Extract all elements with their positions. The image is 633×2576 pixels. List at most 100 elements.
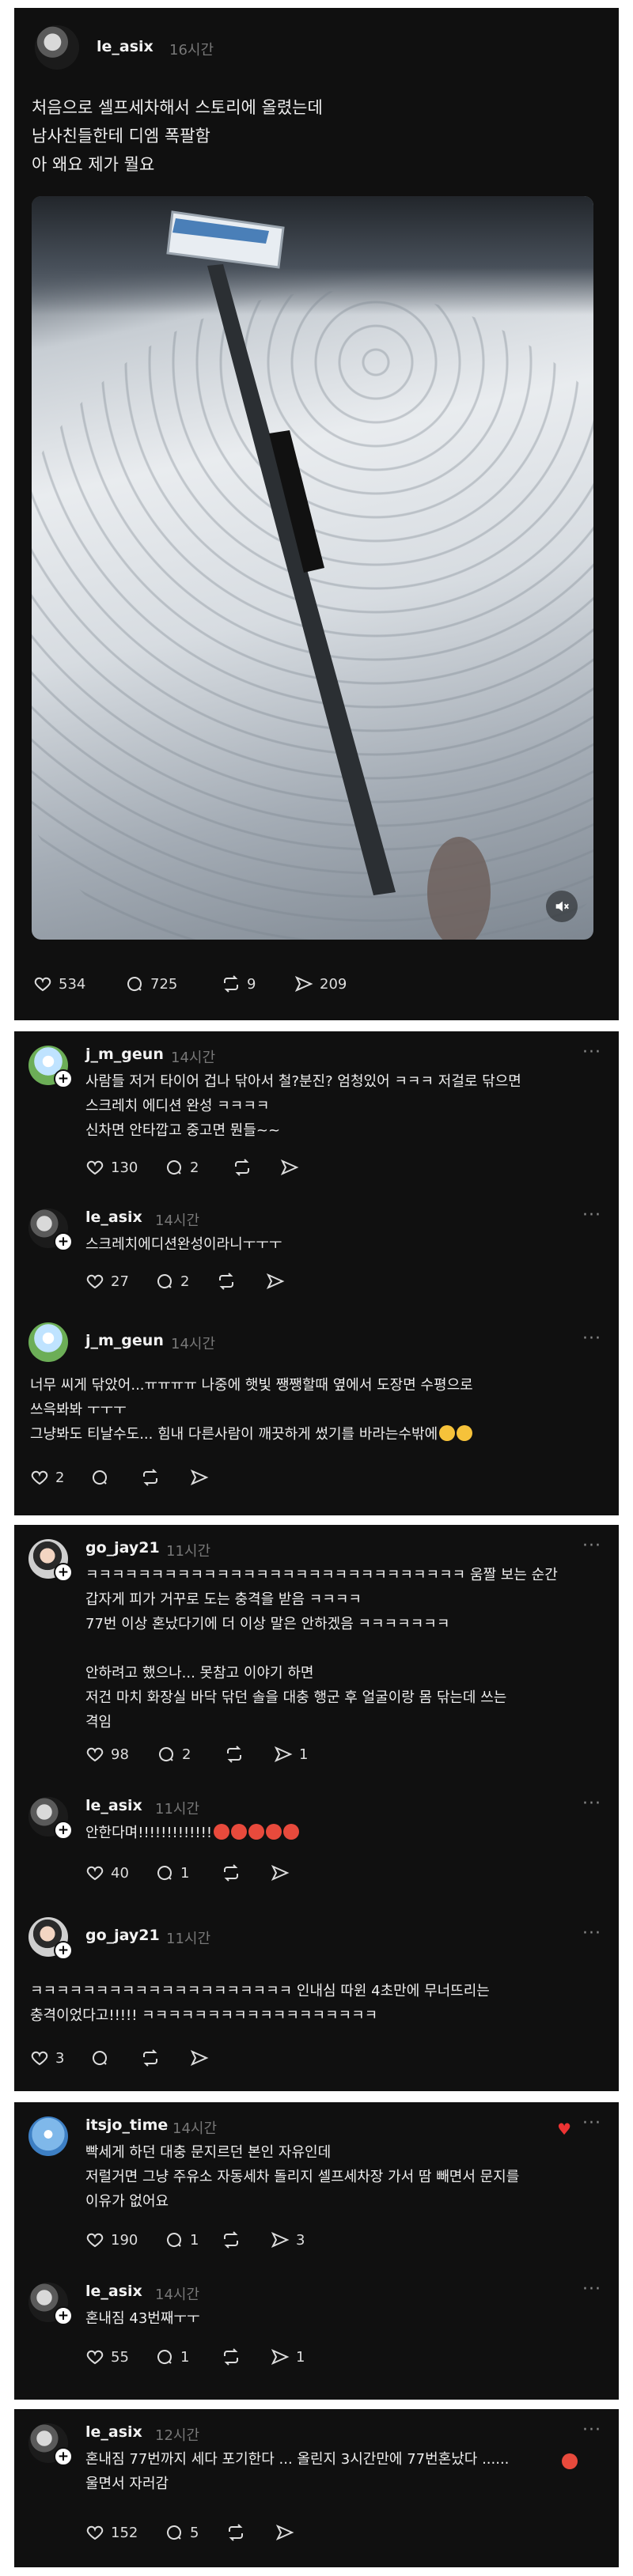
avatar[interactable] bbox=[28, 1322, 68, 1362]
comment-button[interactable]: 2 bbox=[155, 1272, 189, 1291]
follow-plus-icon[interactable]: + bbox=[54, 1821, 73, 1840]
like-button[interactable]: 27 bbox=[85, 1272, 129, 1291]
share-button[interactable] bbox=[275, 2523, 294, 2542]
share-button[interactable] bbox=[266, 1272, 285, 1291]
comment-icon bbox=[167, 1160, 182, 1175]
like-button[interactable]: 3 bbox=[30, 2048, 64, 2067]
like-button[interactable]: 40 bbox=[85, 1863, 129, 1882]
more-icon[interactable]: ··· bbox=[582, 1329, 601, 1349]
repost-button[interactable]: 9 bbox=[222, 974, 256, 993]
follow-plus-icon[interactable]: + bbox=[54, 1232, 73, 1251]
post-video[interactable] bbox=[32, 196, 593, 940]
follow-plus-icon[interactable]: + bbox=[54, 2306, 73, 2325]
repost-button[interactable] bbox=[222, 1863, 241, 1882]
repost-button[interactable] bbox=[217, 1272, 236, 1291]
angry-face-emoji-icon bbox=[562, 2453, 578, 2469]
comment-button[interactable] bbox=[90, 2048, 109, 2067]
follow-plus-icon[interactable]: + bbox=[54, 1069, 73, 1088]
share-button[interactable]: 1 bbox=[271, 2347, 305, 2366]
more-icon[interactable]: ··· bbox=[582, 2113, 601, 2133]
like-count: 190 bbox=[111, 2231, 138, 2249]
angry-face-emoji-icon bbox=[231, 1824, 248, 1840]
more-icon[interactable]: ··· bbox=[582, 1923, 601, 1943]
heart-icon bbox=[86, 1747, 104, 1762]
repost-button[interactable] bbox=[141, 2048, 160, 2067]
like-button[interactable]: 152 bbox=[85, 2523, 138, 2542]
follow-plus-icon[interactable]: + bbox=[54, 1941, 73, 1960]
comment-username[interactable]: le_asix bbox=[85, 1209, 142, 1226]
more-icon[interactable]: ··· bbox=[582, 2420, 601, 2440]
comment-button[interactable]: 1 bbox=[165, 2230, 199, 2249]
comment-username[interactable]: le_asix bbox=[85, 2423, 142, 2441]
comment-button[interactable]: 5 bbox=[165, 2523, 199, 2542]
like-button[interactable]: 130 bbox=[85, 1158, 138, 1177]
share-button[interactable] bbox=[271, 1863, 290, 1882]
more-icon[interactable]: ··· bbox=[582, 1205, 601, 1225]
comment-thread: + j_m_geun 14시간 ··· 사람들 저거 타이어 겁나 닦아서 철?… bbox=[14, 1031, 619, 1515]
repost-icon bbox=[224, 2231, 238, 2249]
repost-button[interactable] bbox=[225, 1745, 244, 1764]
more-icon[interactable]: ··· bbox=[582, 1042, 601, 1062]
like-count: 55 bbox=[111, 2348, 129, 2366]
comment-username[interactable]: itsjo_time bbox=[85, 2116, 168, 2134]
repost-button[interactable] bbox=[222, 2347, 241, 2366]
comment-time: 11시간 bbox=[166, 1931, 211, 1947]
follow-plus-icon[interactable]: + bbox=[54, 1563, 73, 1582]
comment-username[interactable]: go_jay21 bbox=[85, 1539, 160, 1557]
post-username[interactable]: le_asix bbox=[97, 38, 154, 55]
comment-text: 사람들 저거 타이어 겁나 닦아서 철?분진? 엄청있어 ㅋㅋㅋ 저걸로 닦으면… bbox=[85, 1073, 521, 1139]
share-button[interactable]: 3 bbox=[271, 2230, 305, 2249]
comment-icon bbox=[127, 977, 142, 991]
mute-button[interactable] bbox=[546, 891, 578, 922]
comment-text: 혼내짐 77번까지 세다 포기한다 ... 올린지 3시간만에 77번혼났다 .… bbox=[85, 2447, 509, 2496]
share-button[interactable]: 209 bbox=[294, 974, 347, 993]
like-button[interactable]: 190 bbox=[85, 2230, 138, 2249]
share-icon bbox=[294, 975, 313, 993]
like-button[interactable]: 55 bbox=[85, 2347, 129, 2366]
heart-icon bbox=[34, 977, 51, 992]
like-count: 2 bbox=[55, 1469, 65, 1486]
share-button[interactable] bbox=[280, 1158, 299, 1177]
repost-button[interactable] bbox=[226, 2523, 245, 2542]
like-button[interactable]: 2 bbox=[30, 1468, 64, 1487]
repost-button[interactable] bbox=[222, 2230, 241, 2249]
reply-count: 1 bbox=[180, 2348, 190, 2366]
comment-username[interactable]: j_m_geun bbox=[85, 1046, 164, 1063]
like-button[interactable]: 98 bbox=[85, 1745, 129, 1764]
repost-icon bbox=[219, 1273, 233, 1290]
repost-button[interactable] bbox=[233, 1158, 252, 1177]
more-icon[interactable]: ··· bbox=[582, 2279, 601, 2299]
angry-face-emoji-icon bbox=[283, 1824, 300, 1840]
wash-brush-image bbox=[166, 210, 491, 940]
comment-text: ㅋㅋㅋㅋㅋㅋㅋㅋㅋㅋㅋㅋㅋㅋㅋㅋㅋㅋㅋㅋ 인내심 따윈 4초만에 무너뜨리는 충… bbox=[30, 1983, 490, 2024]
comment-button[interactable]: 725 bbox=[125, 974, 177, 993]
share-button[interactable] bbox=[190, 2048, 209, 2067]
avatar[interactable] bbox=[28, 2116, 68, 2156]
comment-button[interactable]: 1 bbox=[155, 1863, 189, 1882]
reply-count: 2 bbox=[182, 1746, 191, 1763]
share-button[interactable] bbox=[190, 1468, 209, 1487]
comment-username[interactable]: j_m_geun bbox=[85, 1332, 164, 1349]
comment-button[interactable]: 2 bbox=[165, 1158, 199, 1177]
share-button[interactable]: 1 bbox=[274, 1745, 308, 1764]
comment-text: 혼내짐 43번째ㅜㅜ bbox=[85, 2310, 200, 2327]
comment-username[interactable]: le_asix bbox=[85, 2283, 142, 2300]
post-card: le_asix 16시간 처음으로 셀프세차해서 스토리에 올렸는데 남사친들한… bbox=[14, 8, 619, 1020]
more-icon[interactable]: ··· bbox=[582, 1794, 601, 1814]
share-icon bbox=[280, 1159, 299, 1176]
comment-button[interactable]: 1 bbox=[155, 2347, 189, 2366]
comment-count: 725 bbox=[150, 975, 178, 993]
comment-text: ㅋㅋㅋㅋㅋㅋㅋㅋㅋㅋㅋㅋㅋㅋㅋㅋㅋㅋㅋㅋㅋㅋㅋㅋㅋㅋㅋㅋㅋ 움짤 보는 순간 갑… bbox=[85, 1567, 558, 1731]
comment-username[interactable]: go_jay21 bbox=[85, 1927, 160, 1944]
tired-face-emoji-icon bbox=[439, 1425, 456, 1441]
comment-icon bbox=[157, 1866, 172, 1880]
follow-plus-icon[interactable]: + bbox=[54, 2447, 73, 2466]
comment-button[interactable]: 2 bbox=[157, 1745, 191, 1764]
repost-button[interactable] bbox=[141, 1468, 160, 1487]
share-icon bbox=[275, 2524, 294, 2541]
comment-username[interactable]: le_asix bbox=[85, 1797, 142, 1814]
comment-button[interactable] bbox=[90, 1468, 109, 1487]
like-button[interactable]: 534 bbox=[33, 974, 85, 993]
more-icon[interactable]: ··· bbox=[582, 1536, 601, 1556]
avatar[interactable] bbox=[35, 25, 79, 70]
